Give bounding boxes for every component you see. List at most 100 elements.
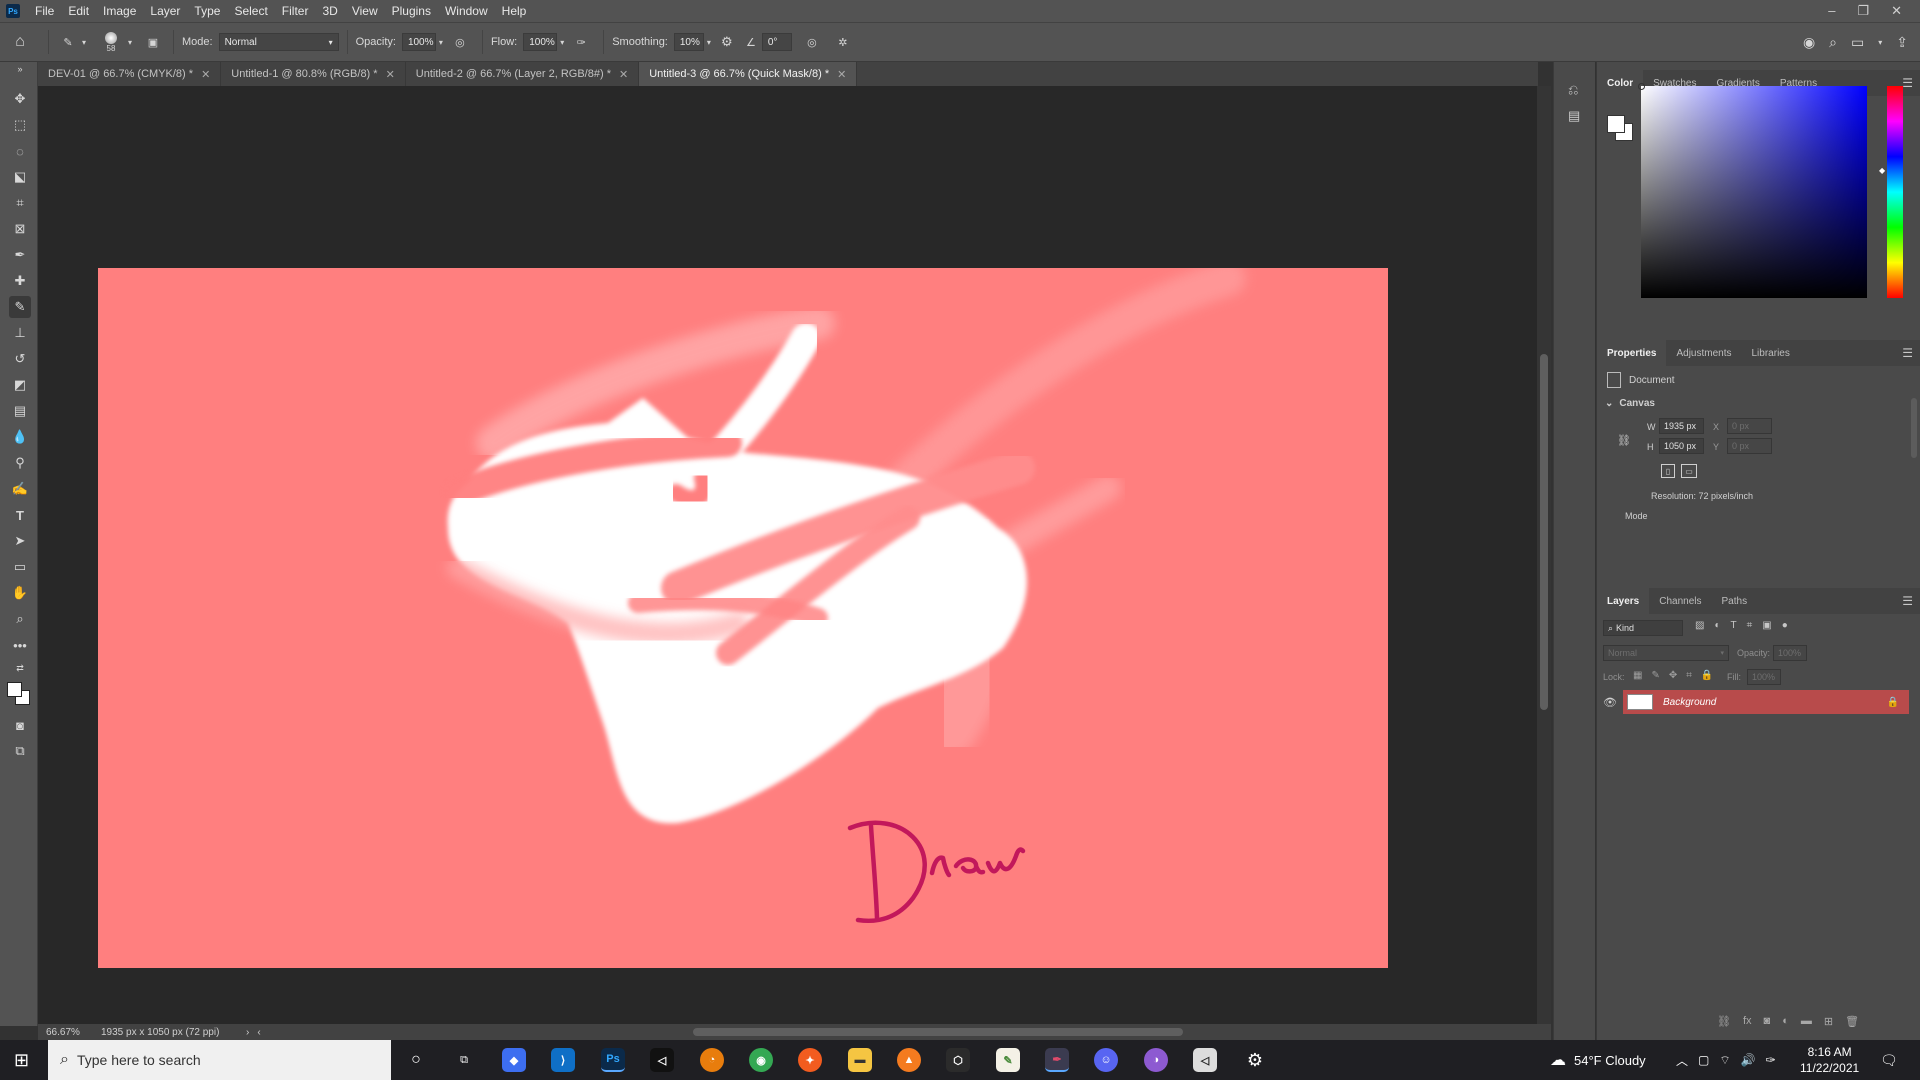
blend-mode-select[interactable]: Normal ▾ — [1603, 645, 1729, 661]
vertical-scrollbar[interactable] — [1537, 86, 1551, 1026]
pressure-size-icon[interactable]: ◎ — [792, 36, 832, 49]
task-view-icon[interactable]: ⧉ — [452, 1048, 476, 1072]
minimize-button[interactable]: – — [1828, 3, 1835, 19]
link-icon[interactable]: ⛓ — [1617, 434, 1631, 447]
file-explorer-icon[interactable]: ▬ — [848, 1048, 872, 1072]
brush-preset-icon[interactable]: ✎ — [57, 36, 79, 49]
more-tools-icon[interactable]: ••• — [9, 634, 31, 656]
comments-icon[interactable]: ▤ — [1568, 108, 1580, 124]
close-tab-icon[interactable]: ✕ — [619, 68, 628, 81]
lock-artboard-icon[interactable]: ⌗ — [1686, 670, 1692, 681]
tab-libraries[interactable]: Libraries — [1742, 340, 1800, 366]
menu-view[interactable]: View — [345, 4, 385, 18]
brush-tool-icon[interactable]: ✎ — [9, 296, 31, 318]
photoshop-taskbar-icon[interactable]: Ps — [601, 1048, 625, 1072]
menu-layer[interactable]: Layer — [143, 4, 187, 18]
settings-gear-icon[interactable]: ⚙ — [1243, 1048, 1267, 1072]
brush-size-picker[interactable]: 58 — [97, 31, 125, 53]
zoom-level[interactable]: 66.67% — [46, 1027, 101, 1038]
lock-icon[interactable]: 🔒 — [1887, 697, 1899, 708]
stamp-tool-icon[interactable]: ⊥ — [9, 322, 31, 344]
y-input[interactable]: 0 px — [1727, 438, 1772, 454]
panel-menu-icon[interactable]: ☰ — [1902, 76, 1920, 90]
chevron-down-icon[interactable]: ▾ — [125, 38, 135, 47]
brush-settings-icon[interactable]: ▣ — [141, 36, 165, 49]
menu-image[interactable]: Image — [96, 4, 143, 18]
menu-type[interactable]: Type — [187, 4, 227, 18]
filter-smart-object-icon[interactable]: ▣ — [1762, 620, 1771, 631]
lock-pixels-icon[interactable]: ✎ — [1651, 670, 1659, 681]
document-tab[interactable]: Untitled-1 @ 80.8% (RGB/8) * ✕ — [221, 62, 406, 86]
layer-style-icon[interactable]: fx — [1743, 1015, 1752, 1028]
type-tool-icon[interactable]: T — [9, 504, 31, 526]
document-tab[interactable]: DEV-01 @ 66.7% (CMYK/8) * ✕ — [38, 62, 222, 86]
menu-plugins[interactable]: Plugins — [385, 4, 438, 18]
horizontal-scrollbar-thumb[interactable] — [693, 1028, 1183, 1036]
tab-adjustments[interactable]: Adjustments — [1666, 340, 1741, 366]
chevron-left-icon[interactable]: ‹ — [257, 1027, 260, 1038]
foreground-color-swatch[interactable] — [7, 682, 22, 697]
layer-kind-filter[interactable]: ⌕ Kind — [1603, 620, 1683, 636]
tab-color[interactable]: Color — [1597, 70, 1644, 96]
app-icon[interactable]: ◑ — [1144, 1048, 1168, 1072]
chevron-down-icon[interactable]: ▾ — [557, 38, 567, 47]
path-selection-tool-icon[interactable]: ➤ — [9, 530, 31, 552]
close-tab-icon[interactable]: ✕ — [386, 68, 395, 81]
chevron-down-icon[interactable]: ▾ — [704, 38, 714, 47]
x-input[interactable]: 0 px — [1727, 418, 1772, 434]
unity-editor-icon[interactable]: ◁ — [1193, 1048, 1217, 1072]
eyedropper-tool-icon[interactable]: ✒ — [9, 244, 31, 266]
filter-type-icon[interactable]: T — [1731, 620, 1737, 631]
search-icon[interactable]: ⌕ — [1829, 34, 1837, 51]
scrollbar-thumb[interactable] — [1540, 354, 1548, 710]
unity-icon[interactable]: ◁ — [650, 1048, 674, 1072]
chevron-right-icon[interactable]: › — [246, 1027, 249, 1038]
fill-input[interactable]: 100% — [1747, 669, 1781, 685]
menu-file[interactable]: File — [28, 4, 61, 18]
notepad-icon[interactable]: ✎ — [996, 1048, 1020, 1072]
windows-start-icon[interactable]: ⊞ — [14, 1050, 29, 1071]
weather-widget[interactable]: ☁ 54°F Cloudy — [1550, 1040, 1646, 1080]
pen-icon[interactable]: ✑ — [1766, 1053, 1776, 1067]
layer-opacity-input[interactable]: 100% — [1773, 645, 1807, 661]
filter-toggle-icon[interactable]: ● — [1782, 620, 1788, 631]
symmetry-icon[interactable]: ✲ — [832, 36, 854, 49]
height-input[interactable]: 1050 px — [1659, 438, 1704, 454]
close-tab-icon[interactable]: ✕ — [201, 68, 210, 81]
add-mask-icon[interactable]: ◙ — [1764, 1015, 1771, 1028]
eye-visibility-icon[interactable]: 👁 — [1597, 696, 1623, 709]
chevron-down-icon[interactable]: ▾ — [1878, 34, 1882, 51]
tab-channels[interactable]: Channels — [1649, 588, 1711, 614]
mode-select[interactable]: Normal ▾ — [218, 33, 339, 51]
filter-shape-icon[interactable]: ⌗ — [1747, 620, 1753, 631]
close-tab-icon[interactable]: ✕ — [837, 68, 846, 81]
layer-name[interactable]: Background — [1663, 697, 1716, 708]
chevron-up-icon[interactable]: ︿ — [1676, 1052, 1688, 1069]
color-picker-field[interactable] — [1638, 83, 1867, 298]
new-layer-icon[interactable]: ⊞ — [1824, 1015, 1833, 1028]
tab-paths[interactable]: Paths — [1712, 588, 1758, 614]
filter-pixel-icon[interactable]: ▨ — [1695, 620, 1704, 631]
blur-tool-icon[interactable]: 💧 — [9, 426, 31, 448]
crop-tool-icon[interactable]: ⌗ — [9, 192, 31, 214]
vscode-icon[interactable]: ⟩ — [551, 1048, 575, 1072]
screen-mode-icon[interactable]: ⧉ — [9, 740, 31, 762]
share-user-icon[interactable]: ◉ — [1803, 34, 1815, 51]
quick-mask-icon[interactable]: ◙ — [9, 714, 31, 736]
pen-tool-icon[interactable]: ✍ — [9, 478, 31, 500]
cortana-icon[interactable]: ○ — [404, 1048, 428, 1072]
menu-filter[interactable]: Filter — [275, 4, 316, 18]
lasso-tool-icon[interactable]: ◌ — [9, 140, 31, 162]
gradient-tool-icon[interactable]: ▤ — [9, 400, 31, 422]
airbrush-icon[interactable]: ✑ — [567, 36, 595, 49]
lock-position-icon[interactable]: ✥ — [1669, 670, 1677, 681]
chrome-icon[interactable]: ◉ — [749, 1048, 773, 1072]
chevron-down-icon[interactable]: ⌄ — [1605, 398, 1613, 409]
dodge-tool-icon[interactable]: ⚲ — [9, 452, 31, 474]
opacity-input[interactable]: 100% — [401, 33, 436, 51]
chevron-down-icon[interactable]: ▾ — [436, 38, 446, 47]
hue-slider[interactable] — [1887, 86, 1903, 298]
swap-colors-icon[interactable]: ⇄ — [9, 662, 31, 674]
frame-tool-icon[interactable]: ⊠ — [9, 218, 31, 240]
marquee-tool-icon[interactable]: ⬚ — [9, 114, 31, 136]
